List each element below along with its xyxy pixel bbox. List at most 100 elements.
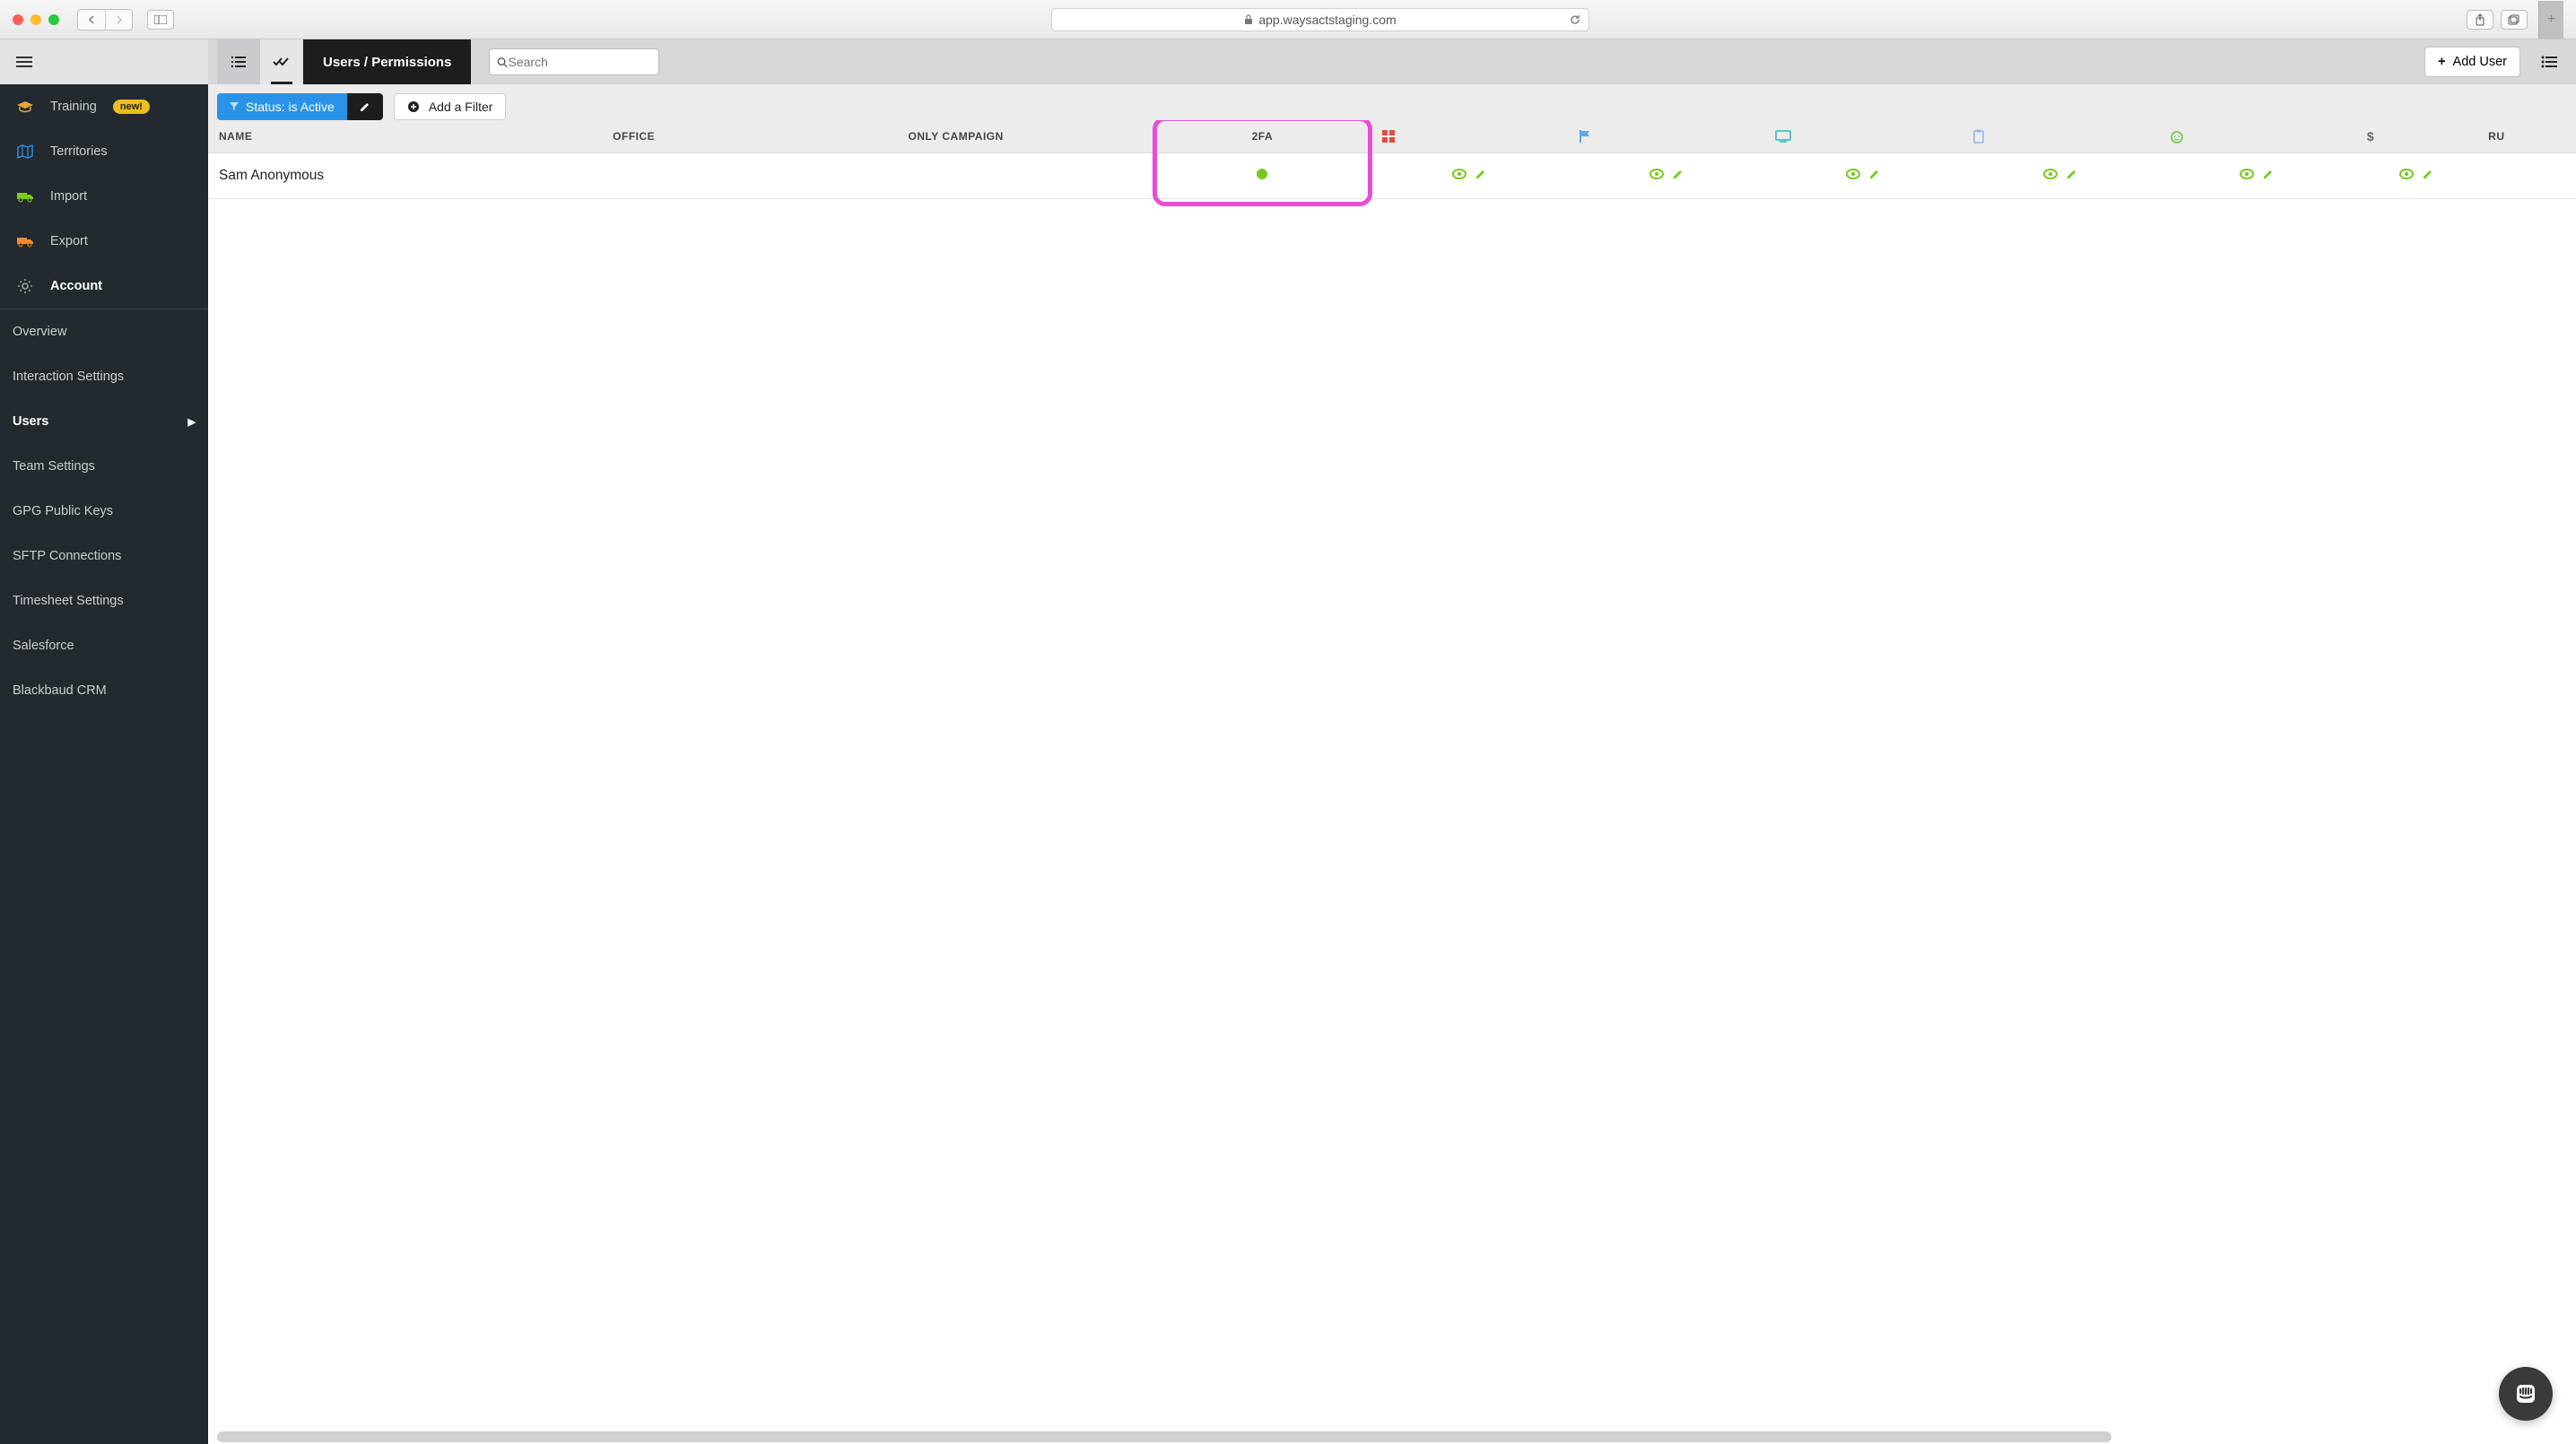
url-text: app.waysactstaging.com <box>1258 13 1396 27</box>
dollar-icon: $ <box>2366 129 2375 144</box>
pencil-icon[interactable] <box>2067 169 2077 179</box>
sidebar-sub-timesheet[interactable]: Timesheet Settings <box>0 578 208 623</box>
graduation-cap-icon <box>16 100 34 114</box>
share-button[interactable] <box>2467 10 2493 30</box>
sidebar-item-import[interactable]: Import <box>0 174 208 219</box>
add-filter-button[interactable]: Add a Filter <box>394 93 507 120</box>
pencil-icon[interactable] <box>1673 169 1684 179</box>
sidebar-sub-label: GPG Public Keys <box>13 504 113 518</box>
cell-perm-dashboard <box>1371 153 1568 199</box>
map-icon <box>16 144 34 159</box>
table-row[interactable]: Sam Anonymous <box>208 153 2576 199</box>
list-view-tab[interactable] <box>217 39 260 84</box>
reload-icon[interactable] <box>1569 13 1581 26</box>
sidebar-sub-sftp[interactable]: SFTP Connections <box>0 534 208 578</box>
sidebar-sub-overview[interactable]: Overview <box>0 309 208 354</box>
add-user-button[interactable]: + Add User <box>2424 47 2520 77</box>
add-user-label: Add User <box>2453 55 2507 69</box>
toolbar: Users / Permissions + Add User <box>208 39 2576 84</box>
col-perm-robot[interactable] <box>2158 120 2355 153</box>
address-bar[interactable]: app.waysactstaging.com <box>1051 8 1589 31</box>
col-name[interactable]: NAME <box>208 120 602 153</box>
sidebar-item-training[interactable]: Training new! <box>0 84 208 129</box>
truck-in-icon <box>16 190 34 203</box>
checklist-view-tab[interactable] <box>260 39 303 84</box>
chat-icon <box>2513 1381 2538 1406</box>
col-perm-screen[interactable] <box>1764 120 1962 153</box>
col-2fa-label: 2FA <box>1252 130 1274 143</box>
users-table: NAME OFFICE ONLY CAMPAIGN 2FA <box>208 120 2576 1431</box>
cell-perm-dollar <box>2355 153 2477 199</box>
truck-out-icon <box>16 235 34 248</box>
cell-perm-robot <box>2158 153 2355 199</box>
sidebar-sub-interaction-settings[interactable]: Interaction Settings <box>0 354 208 399</box>
sidebar-sub-label: Users <box>13 414 48 429</box>
sidebar-sub-label: Team Settings <box>13 459 95 474</box>
sidebar-toggle-button[interactable] <box>147 10 174 30</box>
sidebar-sub-gpg[interactable]: GPG Public Keys <box>0 489 208 534</box>
window-minimize-icon[interactable] <box>30 14 41 25</box>
eye-icon[interactable] <box>1649 169 1664 179</box>
forward-button[interactable] <box>105 10 132 30</box>
search-icon <box>497 57 508 68</box>
pencil-icon[interactable] <box>1869 169 1880 179</box>
col-perm-dollar[interactable]: $ <box>2355 120 2477 153</box>
plus-icon: + <box>2438 55 2445 69</box>
sidebar-item-account[interactable]: Account <box>0 264 208 309</box>
eye-icon[interactable] <box>1846 169 1860 179</box>
lock-icon <box>1244 14 1253 25</box>
chat-launcher-button[interactable] <box>2499 1367 2553 1421</box>
horizontal-scroll-thumb[interactable] <box>217 1431 2111 1442</box>
sidebar-item-label: Territories <box>50 144 108 159</box>
col-2fa[interactable]: 2FA <box>1154 120 1371 153</box>
col-perm-clipboard[interactable] <box>1962 120 2159 153</box>
filter-chip-edit-button[interactable] <box>347 93 383 120</box>
clipboard-icon <box>1972 129 1985 144</box>
back-button[interactable] <box>78 10 105 30</box>
sidebar-sub-salesforce[interactable]: Salesforce <box>0 623 208 668</box>
traffic-lights <box>13 14 59 25</box>
new-tab-button[interactable]: + <box>2538 1 2563 39</box>
view-options-button[interactable] <box>2531 55 2567 69</box>
filter-chip-status-body[interactable]: Status: is Active <box>217 93 347 120</box>
sidebar-item-label: Account <box>50 279 102 293</box>
window-close-icon[interactable] <box>13 14 23 25</box>
eye-icon[interactable] <box>2399 169 2414 179</box>
browser-chrome: app.waysactstaging.com + <box>0 0 2576 39</box>
col-perm-dashboard[interactable] <box>1371 120 1568 153</box>
col-only-campaign[interactable]: ONLY CAMPAIGN <box>898 120 1154 153</box>
eye-icon[interactable] <box>2043 169 2058 179</box>
cell-2fa <box>1154 153 1371 199</box>
cell-office <box>602 153 897 199</box>
pencil-icon[interactable] <box>2263 169 2274 179</box>
sidebar-sub-blackbaud[interactable]: Blackbaud CRM <box>0 668 208 713</box>
add-filter-label: Add a Filter <box>429 100 493 114</box>
pencil-icon[interactable] <box>2423 169 2433 179</box>
search-input-wrap[interactable] <box>489 48 659 75</box>
cell-only-campaign <box>898 153 1154 199</box>
col-office[interactable]: OFFICE <box>602 120 897 153</box>
sidebar-item-territories[interactable]: Territories <box>0 129 208 174</box>
sidebar-item-export[interactable]: Export <box>0 219 208 264</box>
table-header-row: NAME OFFICE ONLY CAMPAIGN 2FA <box>208 120 2576 153</box>
status-dot-icon <box>1257 169 1267 179</box>
pencil-icon <box>359 100 371 113</box>
sidebar-sub-team-settings[interactable]: Team Settings <box>0 444 208 489</box>
hamburger-button[interactable] <box>0 39 208 84</box>
col-ru[interactable]: RU <box>2477 120 2576 153</box>
tabs-overview-button[interactable] <box>2501 10 2528 30</box>
col-perm-flag[interactable] <box>1568 120 1765 153</box>
window-zoom-icon[interactable] <box>48 14 59 25</box>
main-content: Users / Permissions + Add User Status: <box>208 39 2576 1444</box>
sidebar-sub-users[interactable]: Users ▶ <box>0 399 208 444</box>
eye-icon[interactable] <box>1452 169 1466 179</box>
chevron-right-icon: ▶ <box>188 416 196 428</box>
pencil-icon[interactable] <box>1475 169 1486 179</box>
search-input[interactable] <box>509 55 652 69</box>
flag-icon <box>1579 129 1591 144</box>
double-check-icon <box>273 56 291 68</box>
filter-icon <box>230 102 239 111</box>
page-title: Users / Permissions <box>303 39 471 84</box>
sidebar: Training new! Territories Import Export <box>0 39 208 1444</box>
eye-icon[interactable] <box>2240 169 2254 179</box>
